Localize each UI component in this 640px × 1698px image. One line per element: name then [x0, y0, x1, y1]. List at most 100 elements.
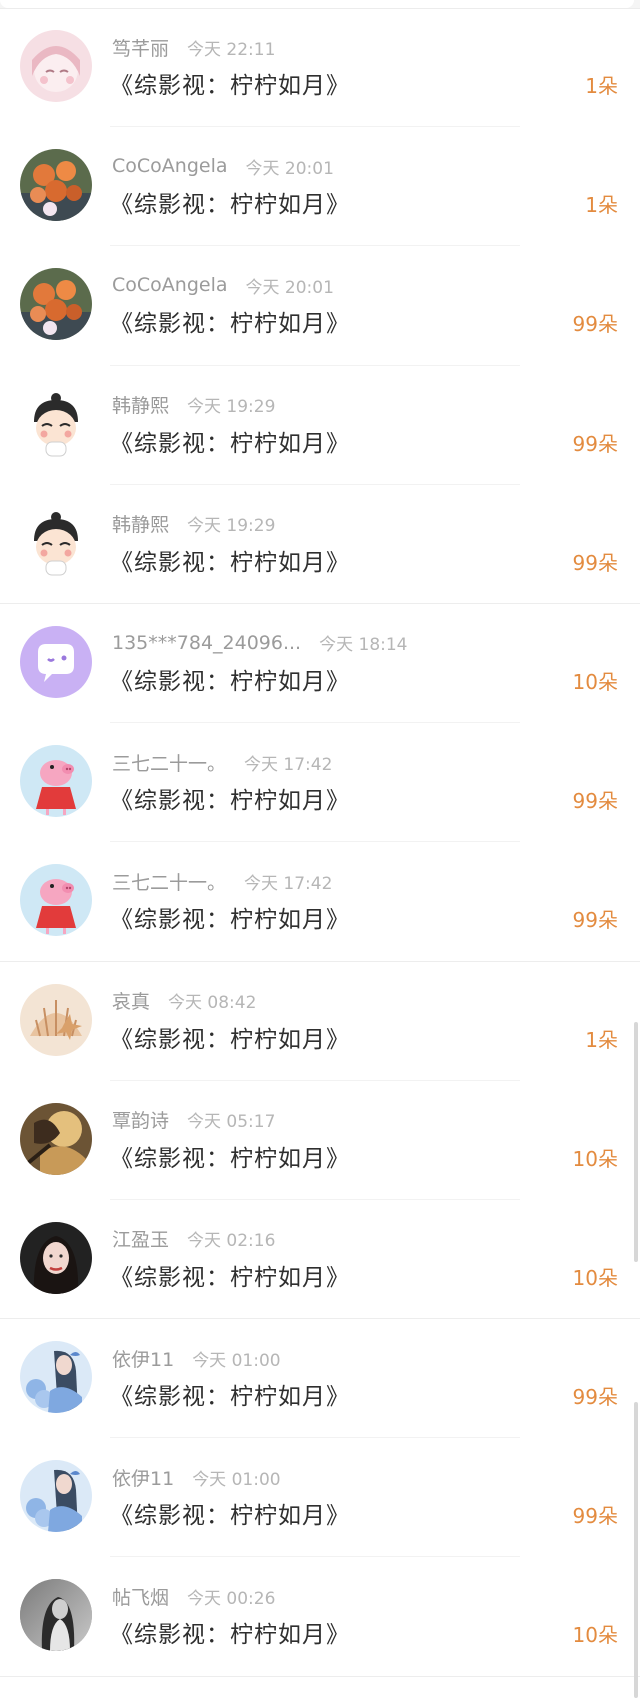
- cartoon-kid-avatar[interactable]: [20, 387, 92, 460]
- user-name[interactable]: CoCoAngela: [112, 155, 228, 177]
- anime-girl-avatar[interactable]: [20, 30, 92, 102]
- gift-record-row[interactable]: 哀真 今天 08:42 《综影视：柠柠如月》 1朵: [0, 962, 640, 1081]
- row-meta: 笃芊丽 今天 22:11: [112, 34, 275, 60]
- user-name[interactable]: 江盈玉: [112, 1225, 169, 1252]
- gift-count: 99朵: [572, 1385, 618, 1410]
- book-title[interactable]: 《综影视：柠柠如月》: [110, 66, 350, 100]
- user-name[interactable]: 135***784_24096...: [112, 632, 301, 654]
- row-meta: 135***784_24096... 今天 18:14: [112, 630, 408, 656]
- scrollbar-thumb-lower[interactable]: [634, 1402, 638, 1698]
- timestamp: 今天 08:42: [168, 993, 257, 1013]
- user-name[interactable]: 三七二十一。: [112, 749, 226, 776]
- bw-girl-avatar[interactable]: [20, 1579, 92, 1652]
- scrollbar-thumb[interactable]: [634, 1022, 638, 1262]
- timestamp: 今天 05:17: [187, 1112, 276, 1133]
- user-name[interactable]: 帖飞烟: [112, 1583, 169, 1610]
- orange-roses-avatar[interactable]: [20, 268, 92, 341]
- book-title[interactable]: 《综影视：柠柠如月》: [110, 1615, 350, 1649]
- gift-count: 99朵: [572, 789, 618, 814]
- gift-record-row[interactable]: CoCoAngela 今天 20:01 《综影视：柠柠如月》 1朵: [0, 127, 640, 247]
- book-title[interactable]: 《综影视：柠柠如月》: [110, 424, 350, 458]
- gift-count: 10朵: [572, 1146, 618, 1171]
- user-name[interactable]: 韩静熙: [112, 391, 169, 418]
- blue-flower-girl-avatar[interactable]: [20, 1341, 92, 1414]
- user-name[interactable]: 三七二十一。: [112, 868, 226, 895]
- book-title[interactable]: 《综影视：柠柠如月》: [110, 1377, 350, 1411]
- row-meta: 依伊11 今天 01:00: [112, 1464, 281, 1490]
- timestamp: 今天 00:26: [187, 1588, 276, 1609]
- row-meta: 韩静熙 今天 19:29: [112, 511, 275, 537]
- timestamp: 今天 20:01: [245, 158, 334, 179]
- book-title[interactable]: 《综影视：柠柠如月》: [110, 1258, 350, 1292]
- pig-cartoon-avatar[interactable]: [20, 864, 92, 937]
- gift-record-list[interactable]: 笃芊丽 今天 22:11 《综影视：柠柠如月》 1朵 CoCoAngela 今天 20:0…: [0, 8, 640, 1677]
- pig-cartoon-avatar[interactable]: [20, 745, 92, 818]
- gift-count: 10朵: [572, 1623, 618, 1648]
- user-name[interactable]: 依伊11: [112, 1345, 174, 1372]
- user-name[interactable]: 覃韵诗: [112, 1106, 169, 1133]
- book-title[interactable]: 《综影视：柠柠如月》: [110, 1139, 350, 1173]
- gift-count: 1朵: [585, 74, 618, 98]
- row-meta: 依伊11 今天 01:00: [112, 1345, 281, 1371]
- gift-record-row[interactable]: 笃芊丽 今天 22:11 《综影视：柠柠如月》 1朵: [0, 8, 640, 128]
- row-divider: [0, 1675, 640, 1677]
- user-name[interactable]: 依伊11: [112, 1464, 174, 1491]
- book-title[interactable]: 《综影视：柠柠如月》: [110, 543, 350, 577]
- gift-count: 10朵: [572, 1265, 618, 1290]
- timestamp: 今天 18:14: [319, 635, 408, 656]
- gift-count: 10朵: [572, 669, 618, 694]
- gift-record-row[interactable]: 帖飞烟 今天 00:26 《综影视：柠柠如月》 10朵: [0, 1557, 640, 1677]
- seashell-avatar[interactable]: [20, 983, 92, 1056]
- timestamp: 今天 01:00: [192, 1469, 281, 1490]
- book-title[interactable]: 《综影视：柠柠如月》: [110, 781, 350, 815]
- book-title[interactable]: 《综影视：柠柠如月》: [110, 304, 350, 338]
- user-name[interactable]: CoCoAngela: [112, 274, 228, 296]
- user-name[interactable]: 哀真: [112, 987, 150, 1014]
- blue-flower-girl-avatar[interactable]: [20, 1460, 92, 1533]
- cartoon-kid-avatar[interactable]: [20, 506, 92, 579]
- row-meta: 江盈玉 今天 02:16: [112, 1226, 275, 1252]
- book-title[interactable]: 《综影视：柠柠如月》: [110, 185, 350, 219]
- user-name[interactable]: 韩静熙: [112, 510, 169, 537]
- timestamp: 今天 02:16: [187, 1231, 276, 1252]
- gift-record-row[interactable]: 江盈玉 今天 02:16 《综影视：柠柠如月》 10朵: [0, 1200, 640, 1320]
- gift-record-row[interactable]: 依伊11 今天 01:00 《综影视：柠柠如月》 99朵: [0, 1438, 640, 1558]
- gift-record-row[interactable]: 三七二十一。 今天 17:42 《综影视：柠柠如月》 99朵: [0, 842, 640, 962]
- gift-count: 99朵: [572, 908, 618, 933]
- row-meta: CoCoAngela 今天 20:01: [112, 153, 334, 179]
- gift-record-row[interactable]: CoCoAngela 今天 20:01 《综影视：柠柠如月》 99朵: [0, 246, 640, 366]
- portrait-girl-avatar[interactable]: [20, 1221, 92, 1294]
- row-meta: 三七二十一。 今天 17:42: [112, 749, 332, 775]
- gift-record-row[interactable]: 韩静熙 今天 19:29 《综影视：柠柠如月》 99朵: [0, 366, 640, 485]
- gift-record-row[interactable]: 韩静熙 今天 19:29 《综影视：柠柠如月》 99朵: [0, 485, 640, 604]
- row-meta: 帖飞烟 今天 00:26: [112, 1583, 275, 1609]
- top-card-edge-inner: [0, 0, 634, 8]
- gift-record-row[interactable]: 135***784_24096... 今天 18:14 《综影视：柠柠如月》 10朵: [0, 604, 640, 724]
- timestamp: 今天 01:00: [192, 1350, 281, 1371]
- gift-count: 99朵: [572, 431, 618, 456]
- gift-record-row[interactable]: 依伊11 今天 01:00 《综影视：柠柠如月》 99朵: [0, 1319, 640, 1439]
- gift-count: 1朵: [585, 1027, 618, 1052]
- painting-avatar[interactable]: [20, 1102, 92, 1175]
- orange-roses-avatar[interactable]: [20, 149, 92, 222]
- book-title[interactable]: 《综影视：柠柠如月》: [110, 1496, 350, 1530]
- gift-record-row[interactable]: 三七二十一。 今天 17:42 《综影视：柠柠如月》 99朵: [0, 723, 640, 843]
- row-meta: CoCoAngela 今天 20:01: [112, 272, 334, 298]
- book-title[interactable]: 《综影视：柠柠如月》: [110, 1020, 350, 1054]
- row-meta: 三七二十一。 今天 17:42: [112, 868, 332, 894]
- gift-count: 99朵: [572, 1504, 618, 1529]
- timestamp: 今天 17:42: [244, 873, 333, 894]
- user-name[interactable]: 笃芊丽: [112, 34, 169, 61]
- timestamp: 今天 20:01: [245, 277, 334, 298]
- row-meta: 哀真 今天 08:42: [112, 988, 256, 1014]
- gift-count: 99朵: [572, 550, 618, 575]
- timestamp: 今天 22:11: [187, 39, 276, 60]
- row-meta: 韩静熙 今天 19:29: [112, 392, 275, 418]
- timestamp: 今天 17:42: [244, 754, 333, 775]
- gift-count: 99朵: [572, 312, 618, 337]
- row-meta: 覃韵诗 今天 05:17: [112, 1107, 275, 1133]
- gift-record-row[interactable]: 覃韵诗 今天 05:17 《综影视：柠柠如月》 10朵: [0, 1081, 640, 1200]
- book-title[interactable]: 《综影视：柠柠如月》: [110, 900, 350, 934]
- chat-bubble-avatar[interactable]: [20, 625, 92, 698]
- book-title[interactable]: 《综影视：柠柠如月》: [110, 662, 350, 696]
